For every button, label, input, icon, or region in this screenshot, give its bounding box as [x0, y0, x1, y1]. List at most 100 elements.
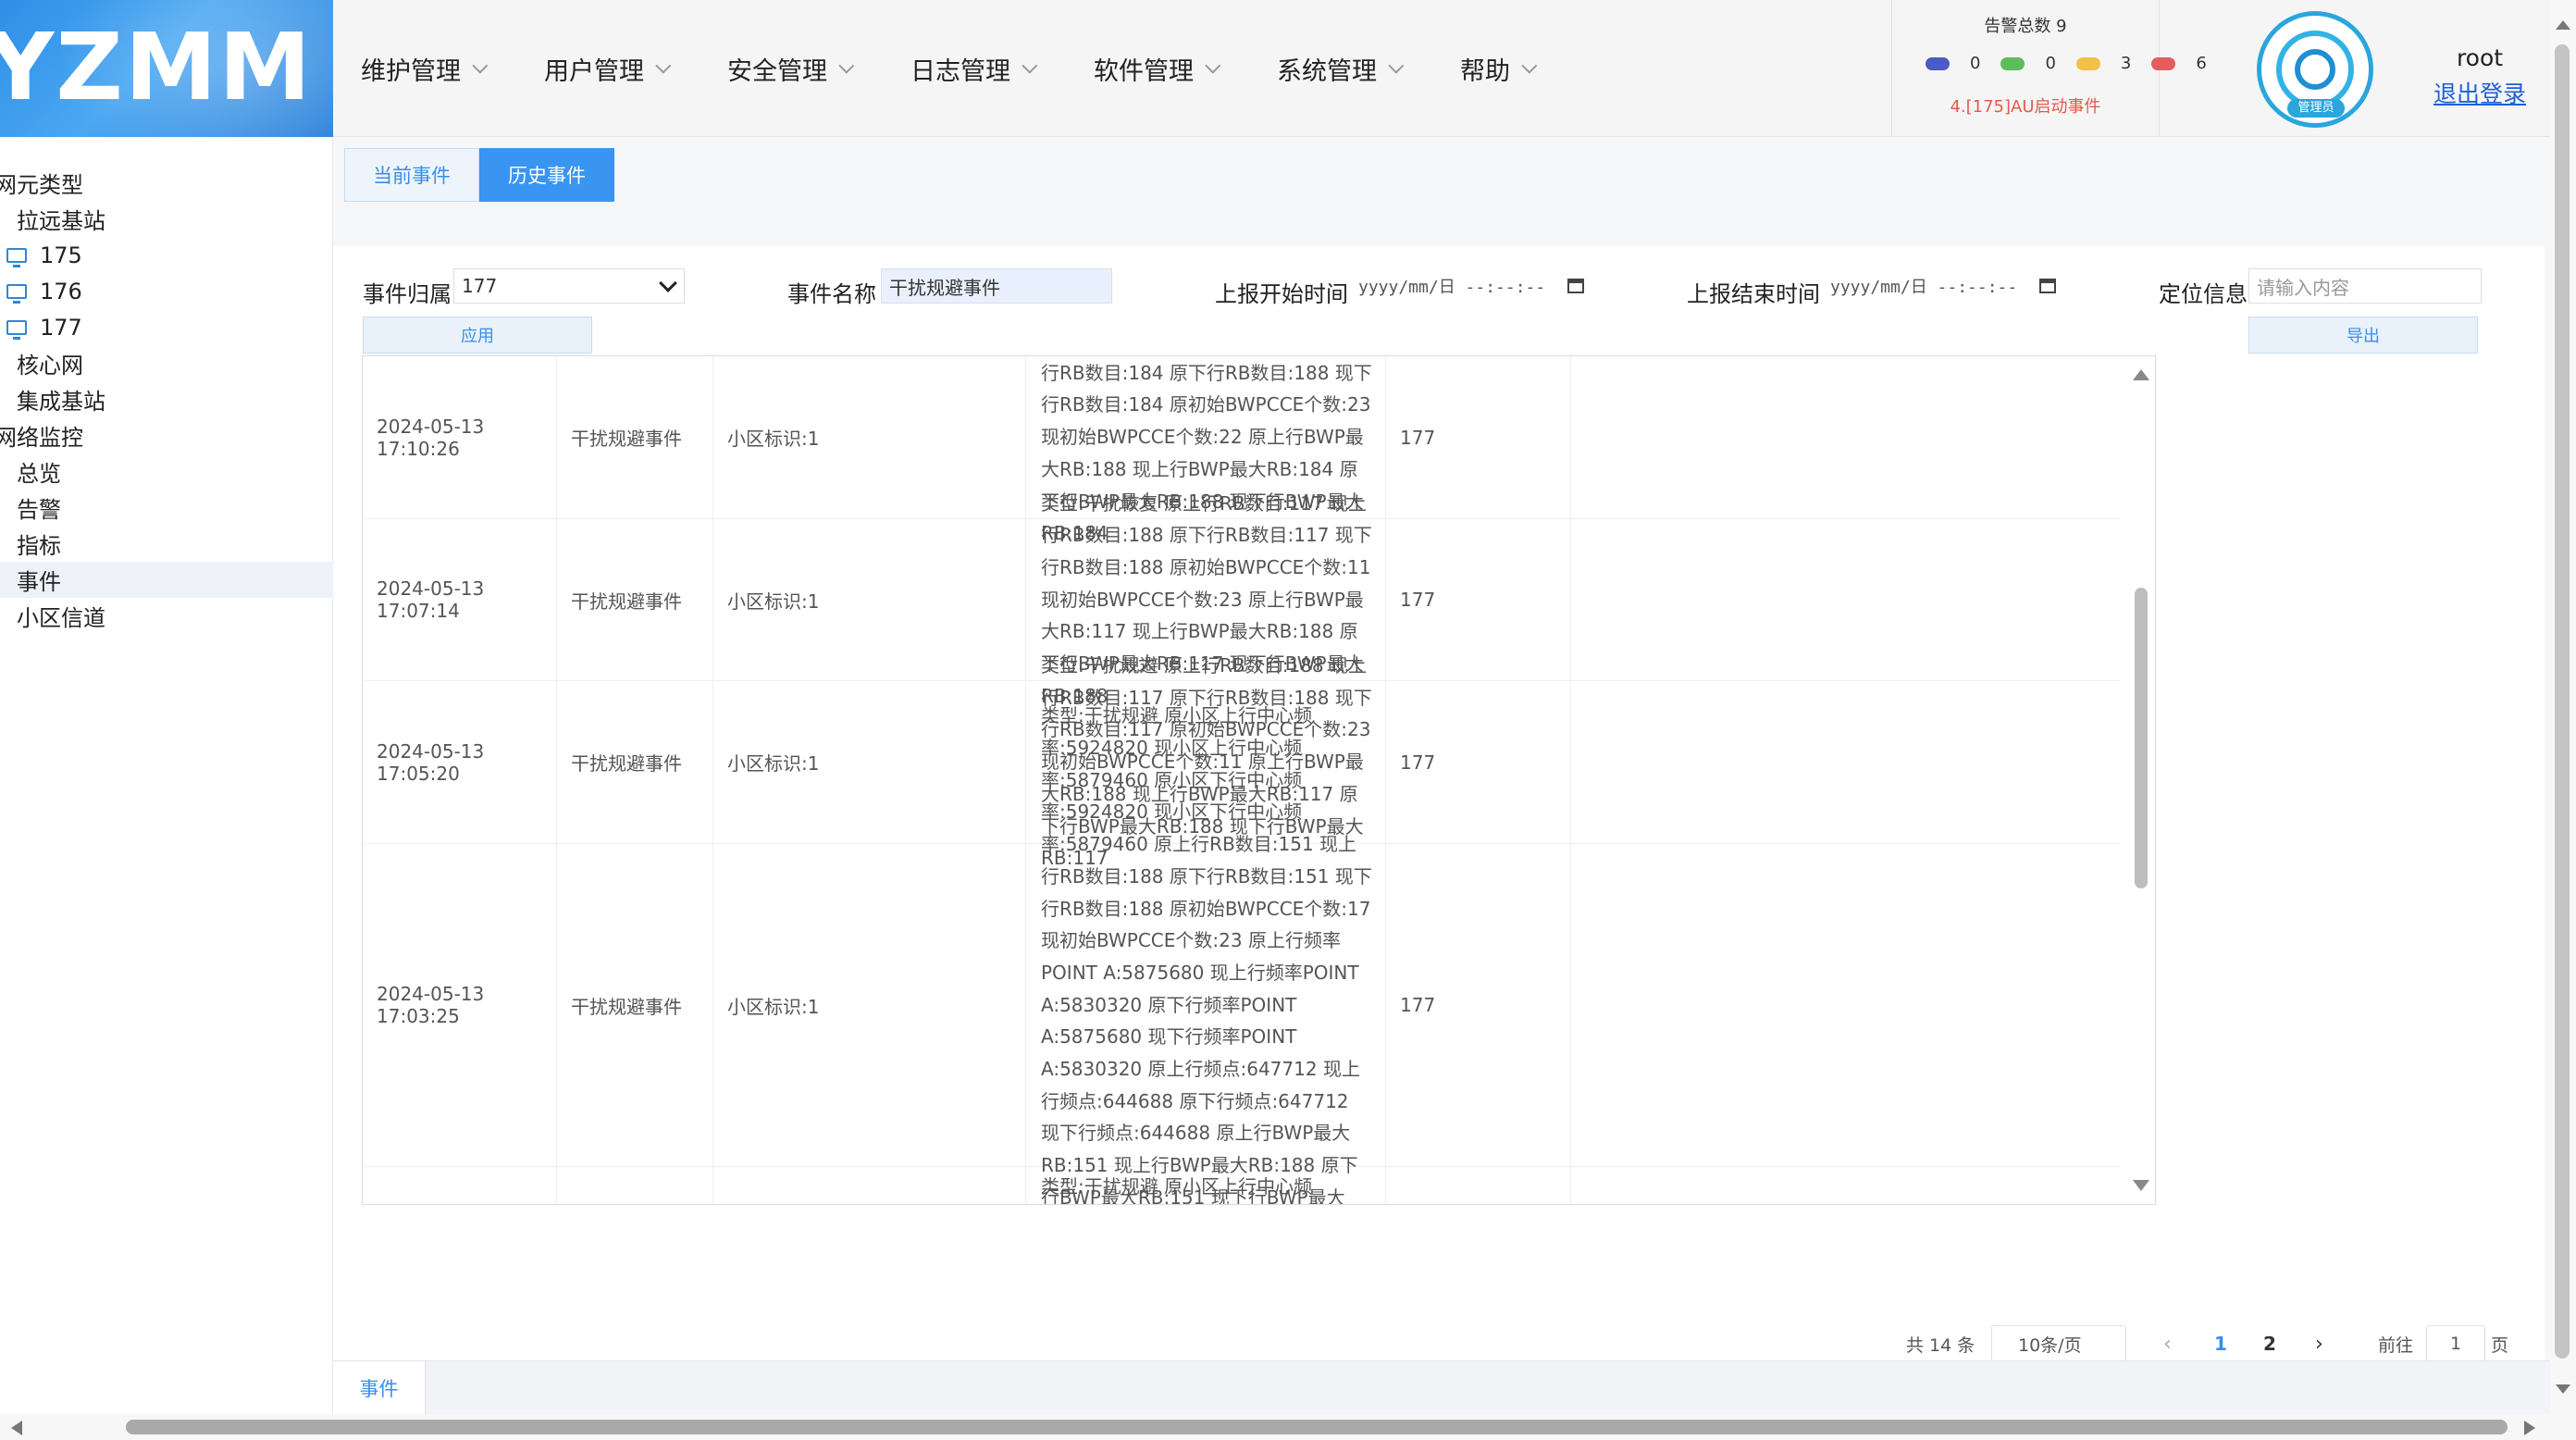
pagination: 共 14 条 10条/页 ‹ 1 2 › 前往 1 页 — [333, 1325, 2545, 1362]
owner-select-value: 177 — [462, 275, 498, 297]
event-name-cell: 干扰规避事件 — [557, 356, 713, 518]
tab-events-bottom[interactable]: 事件 — [333, 1361, 426, 1415]
goto-label: 前往 — [2378, 1334, 2414, 1356]
page-vertical-scrollbar[interactable] — [2550, 0, 2576, 1440]
nav-label: 维护管理 — [361, 56, 461, 86]
tree-item-metrics[interactable]: 指标 — [0, 526, 333, 562]
end-time-input[interactable]: yyyy/mm/日 --:--:-- — [1823, 268, 2056, 304]
owner-cell: 177 — [1386, 681, 1571, 843]
tree-label: 集成基站 — [17, 389, 105, 415]
event-tabs: 当前事件 历史事件 — [344, 148, 614, 202]
goto-page-input[interactable]: 1 — [2426, 1325, 2485, 1362]
severity-pill-icon — [2151, 56, 2176, 70]
table-scrollbar[interactable] — [2125, 356, 2155, 1204]
tree-item-integrated-bs[interactable]: 集成基站 — [0, 381, 333, 417]
nav-system[interactable]: 系统管理 — [1277, 51, 1460, 87]
alarm-latest-event[interactable]: 4.[175]AU启动事件 — [1892, 93, 2159, 118]
page-horizontal-scrollbar[interactable] — [0, 1414, 2550, 1440]
scroll-left-icon[interactable] — [11, 1421, 22, 1435]
tab-history-events[interactable]: 历史事件 — [479, 148, 614, 202]
nav-help[interactable]: 帮助 — [1460, 51, 1643, 87]
tree-item-core-network[interactable]: 核心网 — [0, 345, 333, 381]
nav-label: 日志管理 — [910, 56, 1010, 86]
alarm-summary[interactable]: 告警总数 9 0 0 3 6 4.[175]AU启动事件 — [1891, 0, 2207, 137]
tree-item-175[interactable]: 175 — [0, 237, 333, 273]
detail-cell: 类型:干扰规避 原小区上行中心频率:5924820 现小区上行中心频率:5879… — [1026, 704, 1386, 1204]
tree-item-ne-type[interactable]: 网元类型 — [0, 165, 328, 201]
apply-button[interactable]: 应用 — [363, 317, 592, 354]
cell-id-cell — [713, 1167, 1026, 1204]
export-button[interactable]: 导出 — [2248, 317, 2478, 354]
avatar[interactable]: 管理员 — [2257, 11, 2373, 128]
bottom-tab-strip: 事件 — [333, 1360, 2554, 1415]
logout-link[interactable]: 退出登录 — [2424, 76, 2535, 109]
alarm-count-value: 6 — [2196, 54, 2207, 73]
scrollbar-thumb[interactable] — [2135, 588, 2148, 888]
tree-label: 177 — [40, 314, 82, 341]
page-number[interactable]: 2 — [2263, 1325, 2276, 1362]
tree-item-cell-channel[interactable]: 小区信道 — [0, 598, 333, 634]
nav-logs[interactable]: 日志管理 — [910, 51, 1094, 87]
end-time-label: 上报结束时间 — [1687, 281, 1820, 307]
owner-cell: 177 — [1386, 844, 1571, 1166]
nav-software[interactable]: 软件管理 — [1094, 51, 1277, 87]
tree-item-network-monitor[interactable]: 网络监控 — [0, 417, 328, 453]
scroll-up-icon[interactable] — [2133, 369, 2149, 380]
tree-label: 175 — [40, 242, 82, 268]
time-cell: 2024-05-13 17:05:20 — [363, 681, 557, 843]
nav-maintenance[interactable]: 维护管理 — [361, 51, 544, 87]
owner-select[interactable]: 177 — [453, 268, 685, 304]
calendar-icon[interactable] — [2039, 279, 2056, 293]
time-cell — [363, 1167, 557, 1204]
tree-item-remote-bs[interactable]: 拉远基站 — [0, 201, 333, 237]
nav-security[interactable]: 安全管理 — [727, 51, 910, 87]
page-size-select[interactable]: 10条/页 — [1991, 1325, 2126, 1362]
start-time-placeholder: yyyy/mm/日 --:--:-- — [1358, 278, 1546, 297]
nav-user-management[interactable]: 用户管理 — [544, 51, 727, 87]
cell-id-cell: 小区标识:1 — [713, 844, 1026, 1166]
tree-label: 网络监控 — [0, 425, 83, 451]
user-panel: 管理员 root 退出登录 — [2252, 0, 2548, 137]
chevron-down-icon — [1521, 57, 1538, 74]
start-time-input[interactable]: yyyy/mm/日 --:--:-- — [1351, 268, 1584, 304]
tree-item-alarm[interactable]: 告警 — [0, 490, 333, 526]
tree-label: 事件 — [17, 569, 61, 595]
tab-current-events[interactable]: 当前事件 — [344, 148, 479, 202]
chevron-down-icon — [838, 57, 855, 74]
calendar-icon[interactable] — [1567, 279, 1584, 293]
scrollbar-thumb[interactable] — [126, 1420, 2508, 1434]
chevron-down-icon — [1022, 57, 1038, 74]
scroll-right-icon[interactable] — [2524, 1421, 2535, 1435]
cell-id-cell: 小区标识:1 — [713, 519, 1026, 680]
tree-item-events[interactable]: 事件 — [0, 562, 333, 598]
scroll-up-icon[interactable] — [2556, 20, 2570, 30]
prev-page-icon[interactable]: ‹ — [2163, 1325, 2172, 1362]
table-row[interactable]: 类型:干扰规避 原小区上行中心频率:5879460 现小区上行中心频率:592 — [363, 1167, 2121, 1204]
table-row[interactable]: 2024-05-13 17:03:25 干扰规避事件 小区标识:1 类型:干扰规… — [363, 704, 2121, 1204]
tree-label: 指标 — [17, 533, 61, 559]
scroll-down-icon[interactable] — [2556, 1384, 2570, 1394]
alarm-count-value: 0 — [1970, 54, 1981, 73]
scroll-down-icon[interactable] — [2133, 1180, 2149, 1191]
alarm-count-minor: 3 — [2075, 54, 2131, 73]
start-time-label: 上报开始时间 — [1215, 281, 1348, 307]
page-number[interactable]: 1 — [2214, 1325, 2227, 1362]
cell-id-cell: 小区标识:1 — [713, 356, 1026, 518]
event-name-input[interactable]: 干扰规避事件 — [881, 268, 1112, 304]
event-name-cell: 干扰规避事件 — [557, 681, 713, 843]
logo-text: YZMM — [0, 13, 313, 121]
cell-id-cell: 小区标识:1 — [713, 681, 1026, 843]
chevron-down-icon — [1388, 57, 1405, 74]
nav-label: 帮助 — [1460, 56, 1510, 86]
detail-cell: 类型:干扰规避 原小区上行中心频率:5879460 现小区上行中心频率:592 — [1026, 1167, 1386, 1204]
location-label: 定位信息 — [2159, 281, 2248, 307]
tree-item-176[interactable]: 176 — [0, 273, 333, 309]
next-page-icon[interactable]: › — [2315, 1325, 2323, 1362]
scrollbar-thumb[interactable] — [2555, 44, 2570, 1359]
alarm-count-value: 0 — [2045, 54, 2056, 73]
end-time-placeholder: yyyy/mm/日 --:--:-- — [1830, 278, 2018, 297]
tree-item-177[interactable]: 177 — [0, 309, 333, 345]
alarm-total: 告警总数 9 — [1984, 17, 2067, 36]
tree-item-overview[interactable]: 总览 — [0, 453, 333, 490]
location-input[interactable]: 请输入内容 — [2248, 268, 2482, 304]
